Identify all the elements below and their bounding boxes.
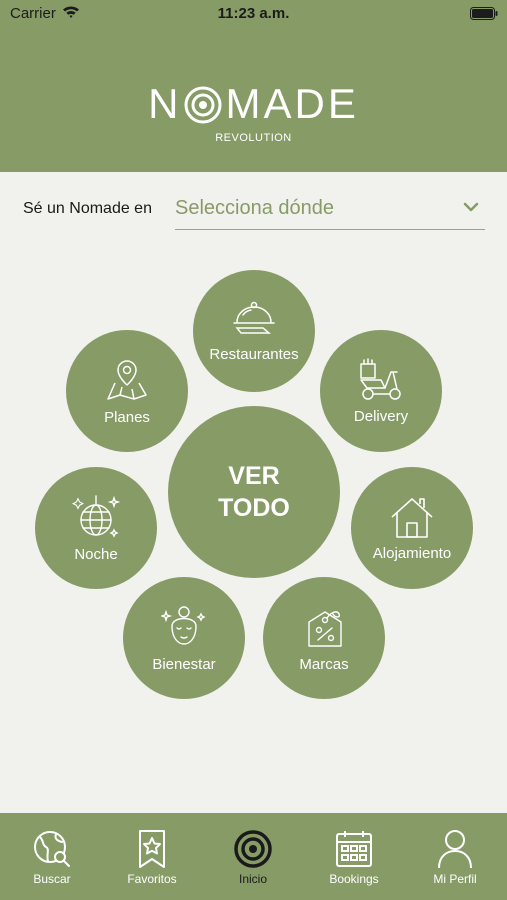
status-time: 11:23 a.m. [217, 5, 290, 22]
tab-bookings-label: Bookings [329, 872, 379, 886]
tab-favoritos-label: Favoritos [127, 872, 177, 886]
location-dropdown-value: Selecciona dónde [175, 197, 335, 219]
category-restaurantes-label: Restaurantes [209, 345, 299, 363]
cloche-icon [233, 301, 275, 334]
category-bienestar-label: Bienestar [152, 655, 216, 673]
category-delivery-button[interactable]: Delivery [320, 330, 442, 452]
logo-text-right: MADE [225, 80, 359, 127]
bookmark-star-icon [139, 830, 165, 868]
category-alojamiento-button[interactable]: Alojamiento [351, 467, 473, 589]
selector-label: Sé un Nomade en [23, 200, 152, 217]
tab-inicio[interactable]: Inicio [203, 829, 303, 886]
brand-logo: N MADE REVOLUTION [0, 80, 507, 144]
header: Carrier 11:23 a.m. N MADE REVOLUTION [0, 0, 507, 172]
discount-tag-icon [308, 610, 342, 647]
category-marcas-button[interactable]: Marcas [263, 577, 385, 699]
logo-text-left: N [148, 80, 182, 127]
status-bar: Carrier 11:23 a.m. [0, 0, 507, 26]
tab-inicio-label: Inicio [238, 872, 267, 886]
ver-todo-label: VER TODO [218, 462, 290, 522]
category-restaurantes-button[interactable]: Restaurantes [193, 270, 315, 392]
category-bienestar-button[interactable]: Bienestar [123, 577, 245, 699]
tab-mi-perfil-label: Mi Perfil [433, 872, 477, 886]
category-marcas-label: Marcas [299, 655, 349, 673]
tab-buscar-label: Buscar [33, 872, 71, 886]
globe-search-icon [34, 831, 70, 867]
tab-bookings[interactable]: Bookings [304, 829, 404, 886]
delivery-scooter-icon [360, 357, 401, 400]
tab-buscar[interactable]: Buscar [2, 829, 102, 886]
logo-subtitle: REVOLUTION [215, 132, 292, 144]
location-selector-row: Sé un Nomade en Selecciona dónde [0, 190, 507, 234]
location-dropdown[interactable]: Selecciona dónde [175, 190, 485, 230]
category-delivery-label: Delivery [353, 407, 409, 425]
logo-target-icon [184, 86, 222, 124]
user-icon [438, 830, 472, 869]
disco-ball-icon [72, 494, 120, 538]
bottom-tab-bar: Buscar Favoritos Inicio Bookings Mi Perf… [0, 813, 507, 900]
face-spa-icon [161, 605, 206, 645]
tab-favoritos[interactable]: Favoritos [102, 829, 202, 886]
map-pin-icon [107, 359, 147, 400]
tab-mi-perfil[interactable]: Mi Perfil [405, 829, 505, 886]
category-noche-button[interactable]: Noche [35, 467, 157, 589]
house-icon [391, 497, 433, 538]
chevron-down-icon [463, 202, 479, 212]
category-alojamiento-label: Alojamiento [372, 544, 452, 562]
ver-todo-button[interactable]: VER TODO [168, 406, 340, 578]
nomade-target-icon [234, 830, 272, 868]
category-planes-button[interactable]: Planes [66, 330, 188, 452]
battery-icon [470, 7, 498, 20]
category-noche-label: Noche [74, 545, 118, 563]
calendar-icon [336, 831, 372, 867]
category-planes-label: Planes [104, 408, 150, 426]
